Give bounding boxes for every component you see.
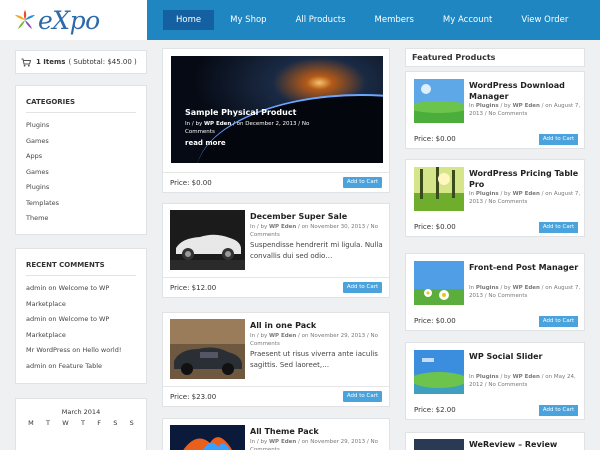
featured-products-title: Featured Products (405, 48, 585, 67)
product-thumbnail[interactable] (170, 319, 245, 379)
cart-count: 1 Items (36, 58, 66, 66)
comment-link[interactable]: admin on Welcome to WP (26, 281, 146, 297)
featured-product-card: WP Social Slider In Plugins / by WP Eden… (405, 342, 585, 420)
logo-flower-icon (15, 10, 35, 29)
category-link[interactable]: Games (26, 134, 146, 150)
comment-link[interactable]: Marketplace (26, 328, 146, 344)
add-to-cart-button[interactable]: Add to Cart (539, 134, 578, 145)
site-logo[interactable]: eXpo (14, 5, 144, 35)
featured-product-title[interactable]: WP Social Slider (469, 351, 581, 362)
calendar-widget: March 2014 M T W T F S S (15, 398, 147, 450)
price-row: Price: $0.00 Add to Cart (163, 172, 389, 192)
calendar-title: March 2014 (61, 408, 101, 416)
weekday: S (129, 419, 134, 427)
product-description: Praesent ut risus viverra ante iaculis s… (250, 350, 378, 369)
category-link[interactable]: Templates (26, 196, 146, 212)
product-description: Suspendisse hendrerit mi ligula. Nulla c… (250, 241, 383, 260)
header: eXpo Home My Shop All Products Members M… (0, 0, 600, 40)
product-price: Price: $12.00 (170, 284, 217, 292)
product-price: Price: $0.00 (170, 179, 212, 187)
mini-cart[interactable]: 1 Items ( Subtotal: $45.00 ) (15, 50, 147, 74)
product-thumbnail[interactable] (170, 210, 245, 270)
comment-link[interactable]: Mr WordPress on Hello world! (26, 343, 146, 359)
add-to-cart-button[interactable]: Add to Cart (343, 177, 382, 188)
nav-members[interactable]: Members (362, 10, 427, 30)
product-meta: In / by WP Eden / on November 29, 2013 /… (250, 439, 378, 450)
weekday: W (62, 419, 69, 427)
weekday: F (97, 419, 101, 427)
product-thumbnail[interactable] (414, 439, 464, 450)
main-nav: Home My Shop All Products Members My Acc… (147, 0, 600, 40)
product-meta: In / by WP Eden / on November 29, 2013 /… (250, 333, 378, 347)
logo-text: eXpo (38, 5, 100, 35)
featured-product-title[interactable]: WordPress Pricing Table Pro (469, 168, 581, 190)
product-price: Price: $23.00 (170, 393, 217, 401)
categories-title: CATEGORIES (26, 86, 136, 113)
category-link[interactable]: Theme (26, 211, 146, 227)
featured-product-title[interactable]: WeReview – Review Plugin (469, 439, 581, 450)
nav-home[interactable]: Home (163, 10, 215, 30)
add-to-cart-button[interactable]: Add to Cart (343, 282, 382, 293)
featured-product-card: WeReview – Review Plugin (405, 432, 585, 450)
product-card: December Super Sale In / by WP Eden / on… (162, 203, 390, 298)
product-meta: In / by WP Eden / on December 2, 2013 / … (185, 121, 310, 135)
featured-product-card: WordPress Pricing Table Pro In Plugins /… (405, 159, 585, 237)
category-link[interactable]: Plugins (26, 180, 146, 196)
weekday: S (113, 419, 118, 427)
category-link[interactable]: Games (26, 165, 146, 181)
calendar-weekdays: M T W T F S S (16, 419, 146, 427)
categories-widget: CATEGORIES Plugins Games Apps Games Plug… (15, 85, 147, 235)
weekday: T (80, 419, 85, 427)
nav-all-products[interactable]: All Products (283, 10, 359, 30)
comment-link[interactable]: Marketplace (26, 297, 146, 313)
nav-view-order[interactable]: View Order (508, 10, 581, 30)
product-card: All in one Pack In / by WP Eden / on Nov… (162, 312, 390, 407)
comment-link[interactable]: admin on Feature Table (26, 359, 146, 375)
recent-comments-widget: RECENT COMMENTS admin on Welcome to WP M… (15, 248, 147, 384)
add-to-cart-button[interactable]: Add to Cart (539, 405, 578, 416)
product-thumbnail[interactable] (414, 79, 464, 123)
nav-my-account[interactable]: My Account (430, 10, 505, 30)
weekday: M (28, 419, 34, 427)
product-image[interactable]: Sample Physical Product In / by WP Eden … (171, 56, 383, 163)
product-title[interactable]: All Theme Pack (250, 427, 385, 436)
featured-product-title[interactable]: Front-end Post Manager (469, 262, 581, 273)
product-card: All Theme Pack In / by WP Eden / on Nove… (162, 418, 390, 450)
recent-comments-title: RECENT COMMENTS (26, 249, 136, 276)
product-title[interactable]: December Super Sale (250, 212, 385, 221)
product-card: Sample Physical Product In / by WP Eden … (162, 48, 390, 193)
product-thumbnail[interactable] (170, 425, 245, 450)
featured-product-meta: In Plugins / by WP Eden / on August 7, 2… (469, 103, 581, 117)
featured-product-card: WordPress Download Manager In Plugins / … (405, 71, 585, 149)
add-to-cart-button[interactable]: Add to Cart (343, 391, 382, 402)
price-row: Price: $23.00 Add to Cart (163, 386, 389, 406)
featured-product-card: Front-end Post Manager In Plugins / by W… (405, 253, 585, 331)
read-more-link[interactable]: read more (185, 139, 226, 147)
featured-product-price: Price: $0.00 (414, 135, 456, 143)
weekday: T (46, 419, 50, 427)
comment-link[interactable]: admin on Welcome to WP (26, 312, 146, 328)
product-thumbnail[interactable] (414, 167, 464, 211)
product-thumbnail[interactable] (414, 261, 464, 305)
featured-product-meta: In Plugins / by WP Eden / on August 7, 2… (469, 191, 581, 205)
nav-my-shop[interactable]: My Shop (217, 10, 279, 30)
featured-product-meta: In Plugins / by WP Eden / on August 7, 2… (469, 285, 581, 299)
featured-product-price: Price: $2.00 (414, 406, 456, 414)
add-to-cart-button[interactable]: Add to Cart (539, 222, 578, 233)
cart-subtotal: ( Subtotal: $45.00 ) (68, 58, 137, 66)
product-title[interactable]: Sample Physical Product (185, 108, 296, 117)
featured-product-title[interactable]: WordPress Download Manager (469, 80, 581, 102)
product-meta: In / by WP Eden / on November 30, 2013 /… (250, 224, 378, 238)
product-title[interactable]: All in one Pack (250, 321, 385, 330)
cart-icon (21, 58, 31, 67)
featured-product-meta: In Plugins / by WP Eden / on May 24, 201… (469, 374, 576, 388)
add-to-cart-button[interactable]: Add to Cart (539, 316, 578, 327)
product-thumbnail[interactable] (414, 350, 464, 394)
featured-product-price: Price: $0.00 (414, 317, 456, 325)
featured-product-price: Price: $0.00 (414, 223, 456, 231)
category-link[interactable]: Apps (26, 149, 146, 165)
category-link[interactable]: Plugins (26, 118, 146, 134)
price-row: Price: $12.00 Add to Cart (163, 277, 389, 297)
